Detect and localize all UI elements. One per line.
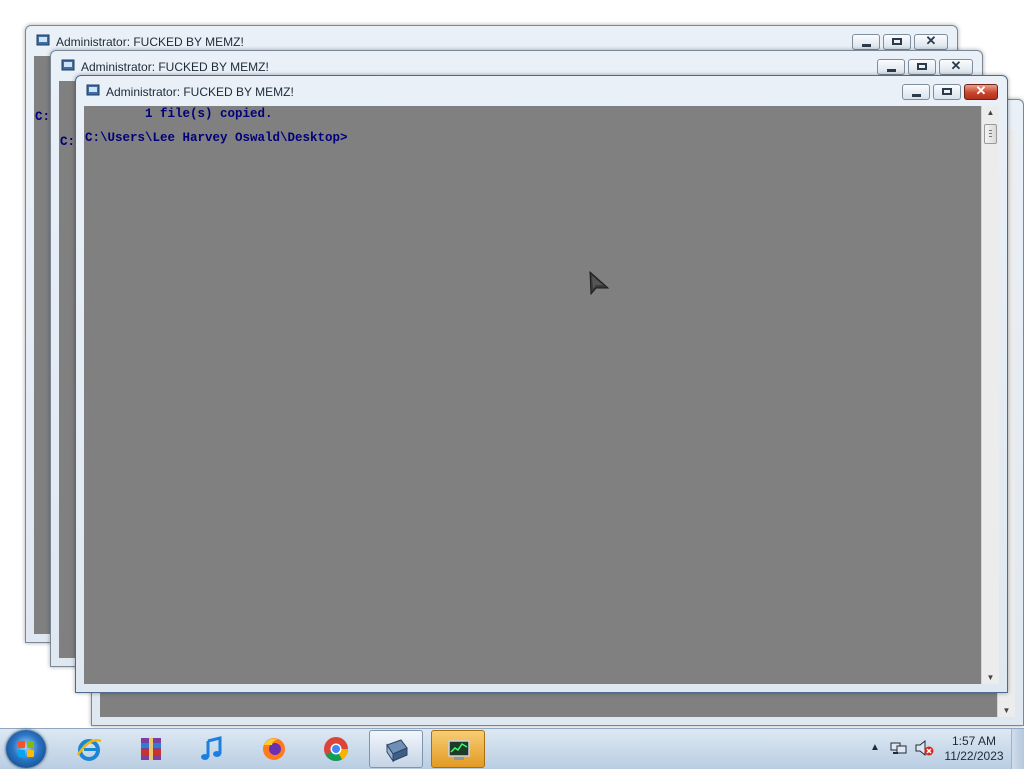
window-titlebar[interactable]: Administrator: FUCKED BY MEMZ! ✕ (26, 26, 957, 52)
close-icon: ✕ (975, 83, 987, 98)
minimize-button[interactable] (877, 59, 905, 75)
maximize-button[interactable] (883, 34, 911, 50)
cmd-console-icon (36, 34, 50, 46)
taskbar-cmd[interactable] (369, 730, 423, 768)
close-button[interactable]: ✕ (914, 33, 948, 50)
minimize-icon (912, 94, 921, 97)
cmd-console-icon (61, 59, 75, 71)
console-prompt: C: (60, 135, 76, 149)
taskbar-chrome[interactable] (309, 730, 363, 768)
console-area[interactable]: 1 file(s) copied. C:\Users\Lee Harvey Os… (84, 106, 999, 684)
minimize-icon (862, 44, 871, 47)
cmd-window-active[interactable]: Administrator: FUCKED BY MEMZ! ✕ 1 file(… (75, 75, 1008, 693)
minimize-button[interactable] (902, 84, 930, 100)
clock-time: 1:57 AM (951, 734, 997, 748)
window-titlebar[interactable]: Administrator: FUCKED BY MEMZ! ✕ (76, 76, 1007, 102)
close-button[interactable]: ✕ (939, 58, 973, 75)
task-manager-icon (448, 740, 470, 760)
window-titlebar[interactable]: Administrator: FUCKED BY MEMZ! ✕ (51, 51, 982, 77)
window-title: Administrator: FUCKED BY MEMZ! (106, 85, 294, 99)
maximize-icon (917, 63, 927, 70)
volume-muted-icon[interactable] (914, 739, 934, 757)
show-hidden-icons-icon[interactable]: ▲ (870, 742, 880, 753)
network-icon[interactable] (890, 739, 908, 757)
mouse-cursor-icon (589, 270, 610, 296)
taskbar-clock[interactable]: 1:57 AM 11/22/2023 (940, 734, 1008, 764)
taskbar-firefox[interactable] (247, 730, 301, 768)
taskbar-itunes[interactable] (185, 730, 239, 768)
close-icon: ✕ (925, 33, 937, 48)
itunes-icon (201, 736, 222, 760)
console-output-line: 1 file(s) copied. (85, 107, 273, 121)
vertical-scrollbar[interactable]: ▲ ▼ (981, 106, 999, 684)
taskbar: ▲ 1:57 AM 11/22/2023 (0, 728, 1024, 769)
scroll-down-arrow-icon[interactable]: ▼ (982, 673, 999, 682)
console-prompt: C: (35, 110, 51, 124)
cmd-console-icon (86, 84, 100, 96)
window-title: Administrator: FUCKED BY MEMZ! (81, 60, 269, 74)
maximize-button[interactable] (908, 59, 936, 75)
scrollbar-thumb[interactable] (984, 124, 997, 144)
clock-date: 11/22/2023 (944, 749, 1004, 763)
taskbar-task-manager[interactable] (431, 730, 485, 768)
firefox-icon (263, 738, 285, 760)
minimize-icon (887, 69, 896, 72)
maximize-icon (892, 38, 902, 45)
close-button[interactable]: ✕ (964, 83, 998, 100)
internet-explorer-icon (76, 739, 102, 761)
winrar-icon (141, 738, 161, 760)
windows-logo-icon (18, 741, 34, 757)
scroll-down-arrow-icon[interactable]: ▼ (998, 706, 1015, 715)
taskbar-internet-explorer[interactable] (62, 730, 116, 768)
maximize-icon (942, 88, 952, 95)
close-icon: ✕ (950, 58, 962, 73)
window-title: Administrator: FUCKED BY MEMZ! (56, 35, 244, 49)
maximize-button[interactable] (933, 84, 961, 100)
cmd-icon (386, 739, 408, 763)
scroll-up-arrow-icon[interactable]: ▲ (982, 108, 999, 117)
show-desktop-button[interactable] (1011, 729, 1024, 769)
chrome-icon (324, 737, 348, 762)
console-prompt: C:\Users\Lee Harvey Oswald\Desktop> (85, 131, 348, 145)
start-button[interactable] (6, 730, 46, 768)
taskbar-winrar[interactable] (124, 730, 178, 768)
minimize-button[interactable] (852, 34, 880, 50)
